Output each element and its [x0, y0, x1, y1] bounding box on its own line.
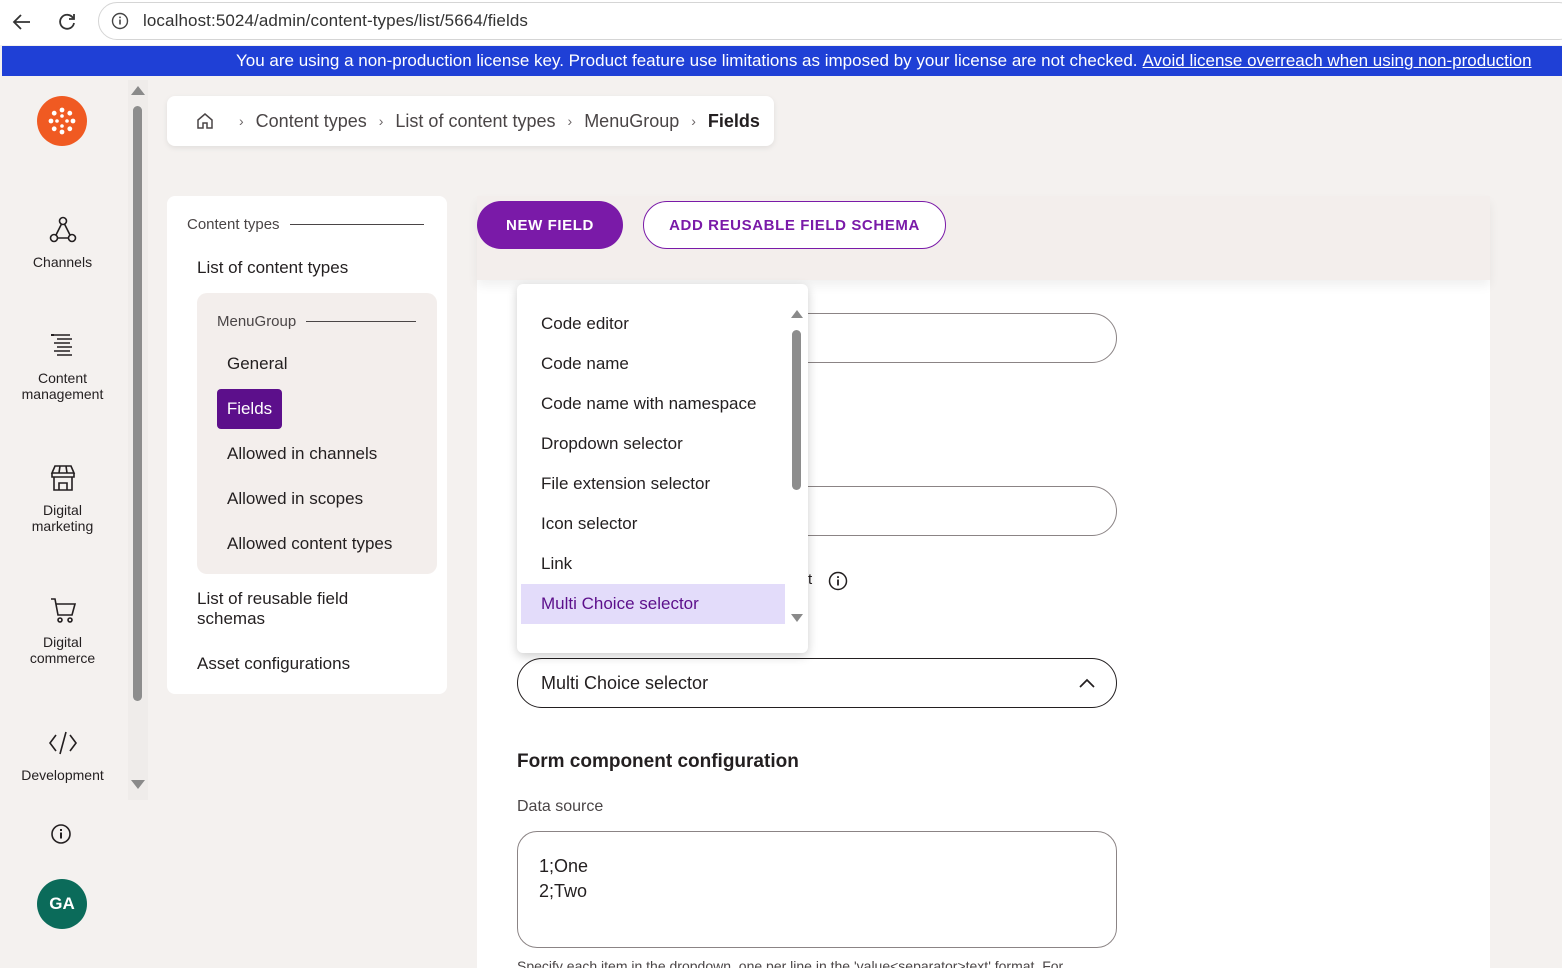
- side-navigation: Content types List of content types Menu…: [167, 196, 447, 694]
- content-management-icon: [50, 334, 72, 356]
- site-info-icon[interactable]: [111, 12, 129, 30]
- chevron-right-icon: ›: [239, 113, 244, 129]
- browser-toolbar: localhost:5024/admin/content-types/list/…: [0, 0, 1562, 45]
- cart-icon: [50, 598, 76, 623]
- info-icon[interactable]: [50, 823, 72, 845]
- license-banner: You are using a non-production license k…: [2, 46, 1562, 76]
- field-label-fragment: t: [808, 571, 813, 588]
- scroll-thumb[interactable]: [792, 330, 801, 490]
- rail-item-digital-commerce[interactable]: Digital commerce: [0, 594, 125, 666]
- data-source-textarea[interactable]: 1;One 2;Two: [517, 831, 1117, 948]
- back-button[interactable]: [6, 6, 38, 38]
- sidenav-item-general[interactable]: General: [227, 354, 287, 374]
- sidenav-item-allowed-in-scopes[interactable]: Allowed in scopes: [227, 489, 363, 509]
- dropdown-option[interactable]: Link: [521, 544, 785, 584]
- arrow-left-icon: [12, 14, 30, 30]
- breadcrumb-fields: Fields: [707, 110, 760, 131]
- breadcrumb-menugroup[interactable]: MenuGroup: [584, 111, 679, 132]
- home-icon[interactable]: [195, 111, 215, 131]
- scroll-up-arrow-icon[interactable]: [131, 86, 145, 95]
- rail-scrollbar[interactable]: [128, 80, 148, 800]
- kentico-logo[interactable]: [37, 96, 87, 146]
- logo-icon: [48, 107, 76, 135]
- rail-label-channels: Channels: [32, 254, 93, 270]
- reload-icon: [59, 13, 75, 30]
- sidenav-list-of-content-types[interactable]: List of content types: [197, 258, 348, 278]
- divider: [306, 321, 417, 322]
- component-dropdown-list[interactable]: Code editor Code name Code name with nam…: [517, 284, 808, 653]
- data-source-label: Data source: [517, 798, 604, 815]
- dropdown-option[interactable]: Dropdown selector: [521, 424, 785, 464]
- new-field-button[interactable]: NEW FIELD: [477, 201, 623, 249]
- rail-item-digital-marketing[interactable]: Digital marketing: [0, 462, 125, 534]
- dropdown-option[interactable]: File extension selector: [521, 464, 785, 504]
- data-source-line: 1;One: [539, 856, 589, 876]
- breadcrumb-content-types[interactable]: Content types: [256, 111, 367, 132]
- sidenav-item-fields[interactable]: Fields: [217, 389, 282, 429]
- dropdown-option[interactable]: Icon selector: [521, 504, 785, 544]
- sidenav-heading-text: Content types: [187, 216, 280, 233]
- rail-label-development: Development: [21, 767, 104, 783]
- fields-toolbar: [477, 196, 1490, 280]
- chevron-right-icon: ›: [378, 113, 384, 129]
- scroll-down-arrow-icon[interactable]: [791, 614, 803, 622]
- dropdown-option[interactable]: Code name: [521, 344, 785, 384]
- scroll-up-arrow-icon[interactable]: [791, 310, 803, 318]
- sidenav-item-allowed-content-types[interactable]: Allowed content types: [227, 534, 392, 554]
- sidenav-group-menugroup: [197, 293, 437, 574]
- form-component-select-value: Multi Choice selector: [541, 672, 709, 693]
- sidenav-item-allowed-in-channels[interactable]: Allowed in channels: [227, 444, 377, 464]
- store-icon: [50, 465, 75, 491]
- rail-label-content-management: Content management: [21, 370, 104, 402]
- dropdown-option[interactable]: Code editor: [521, 304, 785, 344]
- rail-label-digital-marketing: Digital marketing: [31, 502, 94, 534]
- sidenav-asset-configurations[interactable]: Asset configurations: [197, 654, 350, 674]
- scroll-thumb[interactable]: [133, 106, 142, 701]
- chevron-right-icon: ›: [691, 113, 696, 129]
- breadcrumb: › Content types › List of content types …: [167, 96, 774, 146]
- reload-button[interactable]: [51, 6, 83, 38]
- rail-label-digital-commerce: Digital commerce: [29, 634, 96, 666]
- scroll-down-arrow-icon[interactable]: [131, 780, 145, 789]
- data-source-hint: Specify each item in the dropdown, one p…: [517, 958, 1064, 968]
- sidenav-group-heading-text: MenuGroup: [217, 313, 297, 330]
- rail-item-channels[interactable]: Channels: [0, 214, 125, 270]
- dropdown-scrollbar[interactable]: [789, 306, 803, 626]
- dropdown-option-selected[interactable]: Multi Choice selector: [521, 584, 785, 624]
- rail-item-development[interactable]: Development: [0, 727, 125, 783]
- sidenav-list-of-reusable-field-schemas[interactable]: List of reusable field schemas: [197, 589, 387, 629]
- info-icon[interactable]: [828, 571, 848, 591]
- code-icon: [48, 731, 77, 755]
- user-avatar[interactable]: GA: [37, 879, 87, 929]
- add-reusable-field-schema-button[interactable]: ADD REUSABLE FIELD SCHEMA: [643, 201, 946, 249]
- license-link[interactable]: Avoid license overreach when using non-p…: [1143, 51, 1532, 71]
- channels-icon: [49, 216, 76, 243]
- form-component-configuration-heading: Form component configuration: [517, 751, 799, 772]
- divider: [289, 224, 424, 225]
- sidenav-heading: Content types: [187, 216, 424, 233]
- form-component-select[interactable]: Multi Choice selector: [517, 658, 1117, 708]
- address-bar[interactable]: localhost:5024/admin/content-types/list/…: [98, 2, 1562, 40]
- url-text: localhost:5024/admin/content-types/list/…: [143, 11, 528, 30]
- rail-item-content-management[interactable]: Content management: [0, 330, 125, 402]
- dropdown-option[interactable]: Code name with namespace: [521, 384, 785, 424]
- sidenav-group-heading: MenuGroup: [217, 313, 417, 330]
- breadcrumb-list-of-content-types[interactable]: List of content types: [395, 111, 555, 132]
- data-source-line: 2;Two: [539, 881, 588, 901]
- chevron-up-icon: [1079, 678, 1095, 688]
- license-message: You are using a non-production license k…: [236, 51, 1138, 70]
- chevron-right-icon: ›: [567, 113, 573, 129]
